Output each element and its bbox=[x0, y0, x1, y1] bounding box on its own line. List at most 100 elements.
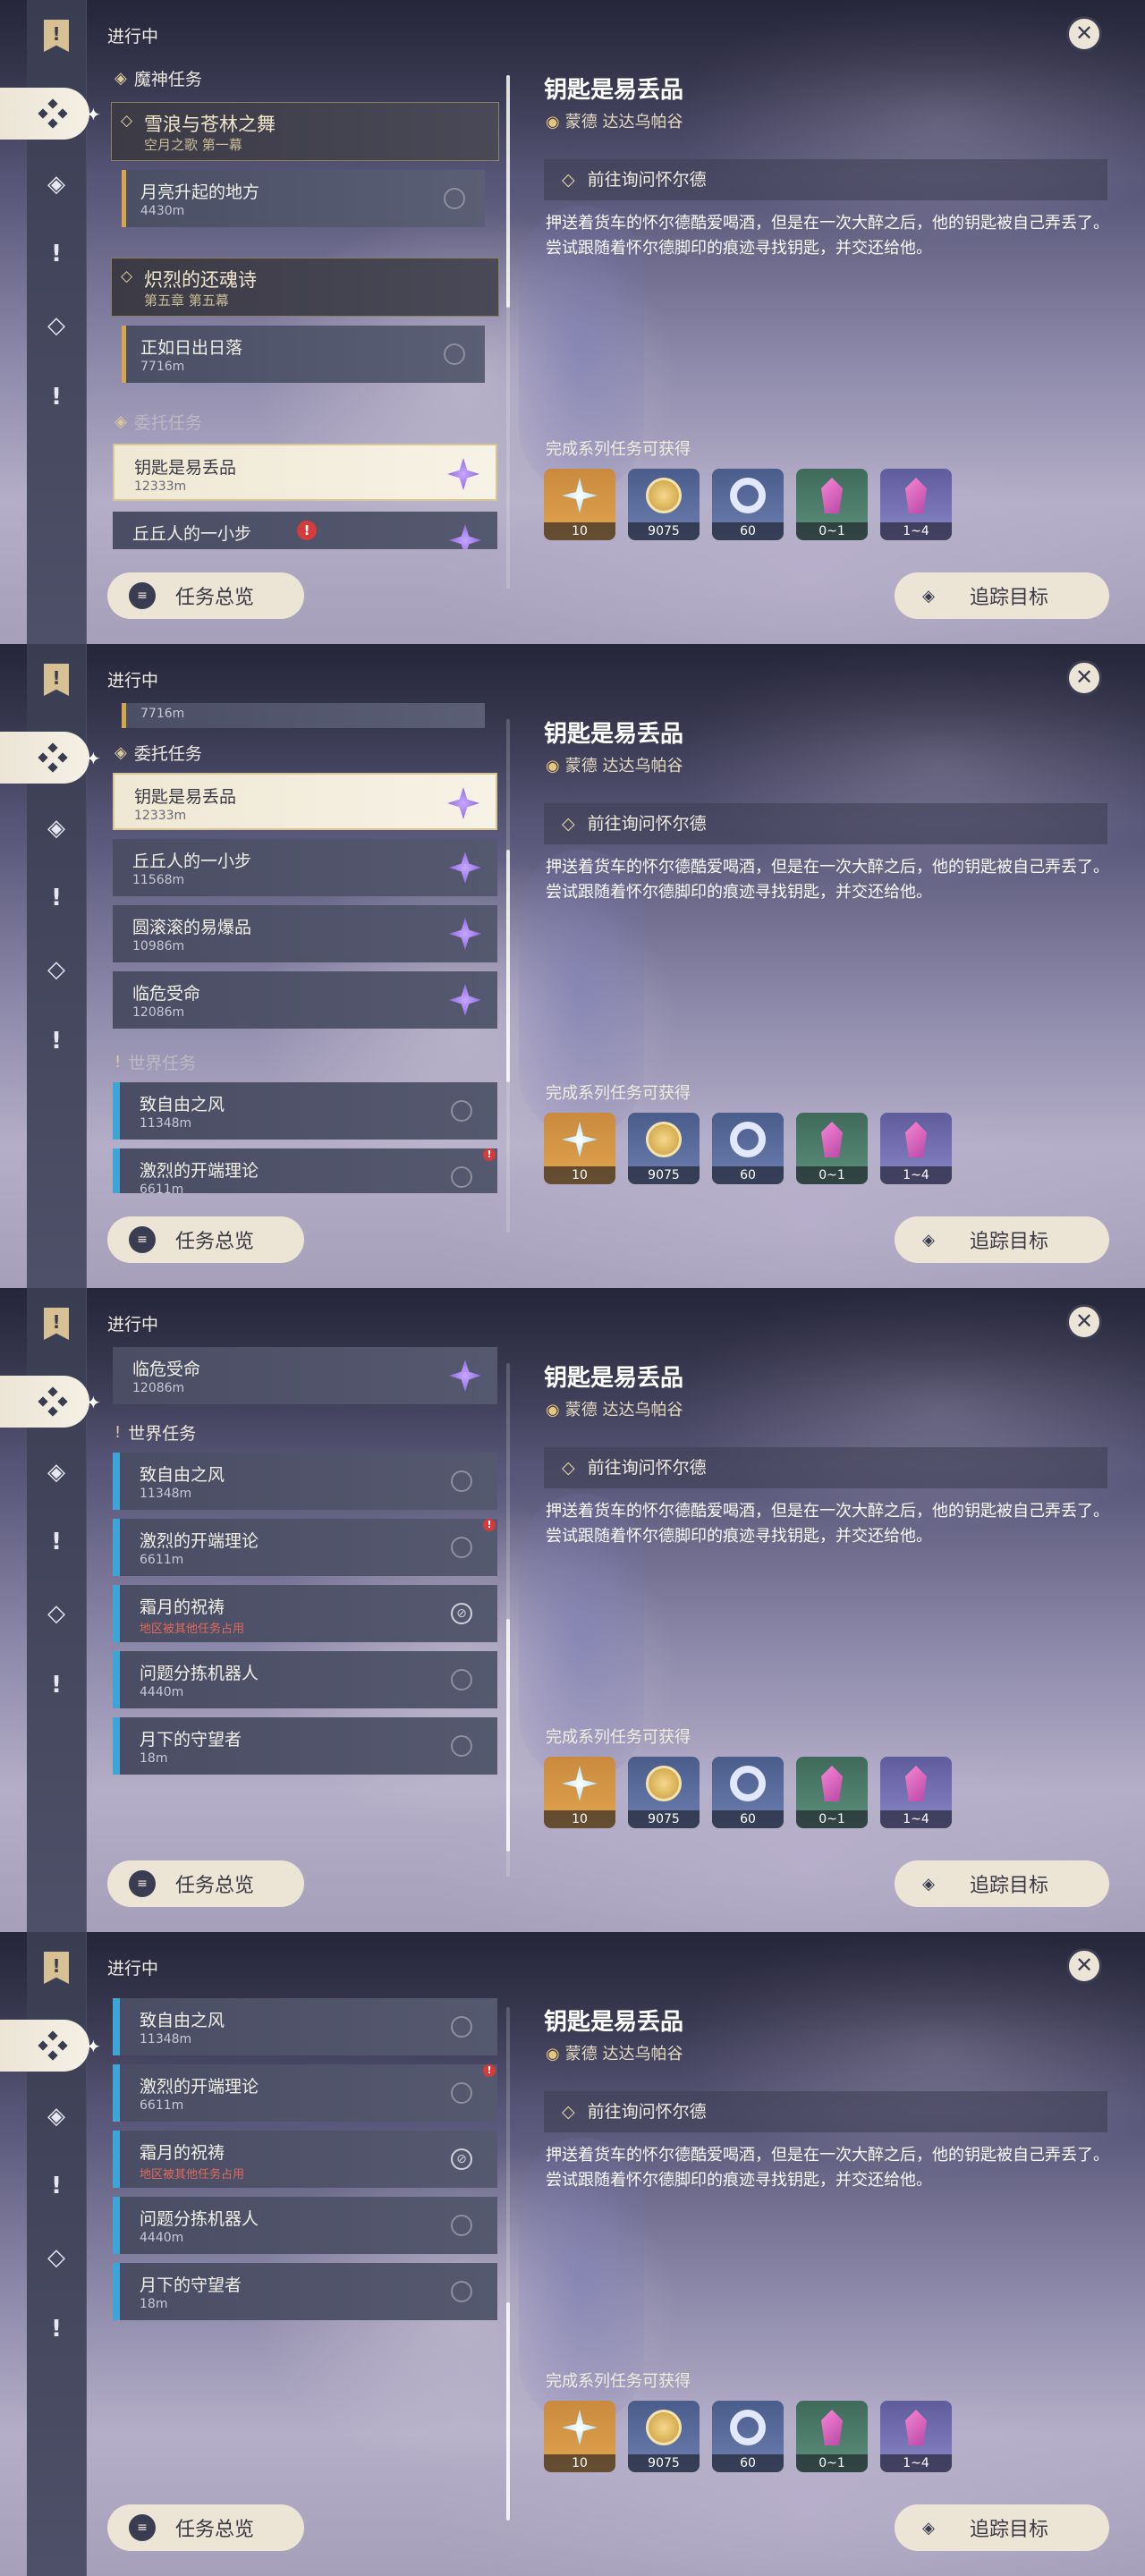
quest-overview-button[interactable]: ≡ 任务总览 bbox=[107, 1216, 304, 1263]
world-quest[interactable]: 激烈的开端理论 6611m ! bbox=[113, 1148, 497, 1193]
scrollbar-thumb[interactable] bbox=[506, 1619, 510, 1852]
track-target-button[interactable]: ◈ 追踪目标 bbox=[895, 1860, 1109, 1907]
reward-primogem[interactable]: 10 bbox=[544, 469, 615, 540]
close-icon[interactable]: ✕ bbox=[1066, 1304, 1102, 1340]
commission-quest[interactable]: 圆滚滚的易爆品 10986m bbox=[113, 905, 497, 962]
story-quest-icon[interactable]: ! bbox=[40, 2170, 72, 2202]
story-quest-icon[interactable]: ! bbox=[40, 1526, 72, 1558]
commission-icon[interactable]: ◇ bbox=[40, 953, 72, 986]
world-quest[interactable]: 月下的守望者 18m bbox=[113, 2263, 497, 2320]
reward-primogem[interactable]: 10 bbox=[544, 1113, 615, 1184]
blocked-icon: ⊘ bbox=[451, 2148, 472, 2170]
commission-quest[interactable]: 临危受命 12086m bbox=[113, 971, 497, 1029]
archon-quest-icon[interactable]: ◈ bbox=[40, 2100, 72, 2132]
world-quest[interactable]: 问题分拣机器人 4440m bbox=[113, 2197, 497, 2254]
quest-objective: ◇ 前往询问怀尔德 bbox=[544, 159, 1107, 200]
world-quest-icon[interactable]: ! bbox=[40, 1669, 72, 1701]
quest-overview-button[interactable]: ≡ 任务总览 bbox=[107, 572, 304, 619]
world-quest[interactable]: 激烈的开端理论 6611m ! bbox=[113, 2064, 497, 2122]
navigate-pin-icon[interactable] bbox=[451, 2281, 472, 2302]
world-quest[interactable]: 霜月的祝祷 地区被其他任务占用 ⊘ bbox=[113, 2131, 497, 2188]
reward-crystal[interactable]: 0~1 bbox=[796, 2401, 868, 2472]
reward-crystal[interactable]: 0~1 bbox=[796, 1113, 868, 1184]
world-quest-icon[interactable]: ! bbox=[40, 381, 72, 413]
archon-quest-card[interactable]: ◇ 雪浪与苍林之舞 空月之歌 第一幕 bbox=[111, 102, 499, 161]
category-all-quests[interactable] bbox=[0, 732, 89, 784]
reward-fetters[interactable]: 60 bbox=[712, 469, 784, 540]
world-quest[interactable]: 致自由之风 11348m bbox=[113, 1082, 497, 1140]
close-icon[interactable]: ✕ bbox=[1066, 1948, 1102, 1984]
reward-fetters[interactable]: 60 bbox=[712, 1113, 784, 1184]
story-quest-icon[interactable]: ! bbox=[40, 882, 72, 914]
reward-fetters[interactable]: 60 bbox=[712, 1757, 784, 1828]
close-icon[interactable]: ✕ bbox=[1066, 16, 1102, 52]
reward-crystal-cluster[interactable]: 1~4 bbox=[880, 2401, 952, 2472]
commission-quest-selected[interactable]: 钥匙是易丢品 12333m bbox=[113, 444, 497, 501]
category-all-quests[interactable] bbox=[0, 88, 89, 140]
world-quest[interactable]: 月下的守望者 18m bbox=[113, 1717, 497, 1775]
reward-primogem[interactable]: 10 bbox=[544, 1757, 615, 1828]
archon-quest-step[interactable]: 正如日出日落 7716m bbox=[122, 326, 485, 383]
navigate-pin-icon[interactable] bbox=[451, 1669, 472, 1690]
world-quest[interactable]: 致自由之风 11348m bbox=[113, 1453, 497, 1510]
navigate-pin-icon[interactable] bbox=[451, 2215, 472, 2236]
navigate-pin-icon[interactable] bbox=[451, 1470, 472, 1492]
reward-crystal-cluster[interactable]: 1~4 bbox=[880, 1113, 952, 1184]
reward-mora[interactable]: 9075 bbox=[628, 1113, 700, 1184]
commission-quest[interactable]: 临危受命 12086m bbox=[113, 1347, 497, 1404]
reward-crystal-cluster[interactable]: 1~4 bbox=[880, 1757, 952, 1828]
quest-overview-button[interactable]: ≡ 任务总览 bbox=[107, 2504, 304, 2551]
reward-crystal[interactable]: 0~1 bbox=[796, 1757, 868, 1828]
close-icon[interactable]: ✕ bbox=[1066, 660, 1102, 696]
reward-mora[interactable]: 9075 bbox=[628, 2401, 700, 2472]
quest-book-icon[interactable] bbox=[34, 1946, 79, 1991]
reward-mora[interactable]: 9075 bbox=[628, 1757, 700, 1828]
navigate-pin-icon[interactable] bbox=[451, 1100, 472, 1122]
archon-quest-icon[interactable]: ◈ bbox=[40, 1456, 72, 1488]
track-target-button[interactable]: ◈ 追踪目标 bbox=[895, 572, 1109, 619]
track-target-button[interactable]: ◈ 追踪目标 bbox=[895, 1216, 1109, 1263]
commission-star-icon bbox=[449, 1360, 481, 1392]
track-target-button[interactable]: ◈ 追踪目标 bbox=[895, 2504, 1109, 2551]
world-quest[interactable]: 问题分拣机器人 4440m bbox=[113, 1651, 497, 1708]
navigate-pin-icon[interactable] bbox=[451, 2082, 472, 2104]
commission-quest-selected[interactable]: 钥匙是易丢品 12333m bbox=[113, 773, 497, 830]
archon-quest-step-partial[interactable]: 7716m bbox=[122, 703, 485, 728]
quest-overview-button[interactable]: ≡ 任务总览 bbox=[107, 1860, 304, 1907]
reward-primogem[interactable]: 10 bbox=[544, 2401, 615, 2472]
quest-book-icon[interactable] bbox=[34, 658, 79, 703]
category-all-quests[interactable] bbox=[0, 2020, 89, 2072]
commission-icon[interactable]: ◇ bbox=[40, 2241, 72, 2274]
navigate-pin-icon[interactable] bbox=[444, 343, 465, 365]
category-all-quests[interactable] bbox=[0, 1376, 89, 1428]
archon-quest-step[interactable]: 月亮升起的地方 4430m bbox=[122, 170, 485, 227]
world-quest-icon[interactable]: ! bbox=[40, 2313, 72, 2345]
world-quest[interactable]: 激烈的开端理论 6611m ! bbox=[113, 1519, 497, 1576]
reward-fetters[interactable]: 60 bbox=[712, 2401, 784, 2472]
reward-mora[interactable]: 9075 bbox=[628, 469, 700, 540]
navigate-pin-icon[interactable] bbox=[444, 188, 465, 209]
commission-icon[interactable]: ◇ bbox=[40, 309, 72, 342]
world-quest[interactable]: 致自由之风 11348m bbox=[113, 1998, 497, 2055]
archon-quest-icon[interactable]: ◈ bbox=[40, 812, 72, 844]
archon-quest-card[interactable]: ◇ 炽烈的还魂诗 第五章 第五幕 bbox=[111, 258, 499, 317]
scrollbar-thumb[interactable] bbox=[506, 75, 510, 308]
navigate-pin-icon[interactable] bbox=[451, 2016, 472, 2038]
commission-quest[interactable]: 丘丘人的一小步 11568m bbox=[113, 839, 497, 896]
reward-crystal-cluster[interactable]: 1~4 bbox=[880, 469, 952, 540]
commission-quest[interactable]: 丘丘人的一小步 ! bbox=[113, 512, 497, 549]
navigate-pin-icon[interactable] bbox=[451, 1735, 472, 1757]
archon-quest-icon[interactable]: ◈ bbox=[40, 168, 72, 200]
navigate-pin-icon[interactable] bbox=[451, 1537, 472, 1558]
scrollbar-thumb[interactable] bbox=[506, 850, 510, 1082]
story-quest-icon[interactable]: ! bbox=[40, 238, 72, 270]
world-quest-icon[interactable]: ! bbox=[40, 1025, 72, 1057]
commission-icon[interactable]: ◇ bbox=[40, 1597, 72, 1630]
scrollbar-thumb[interactable] bbox=[506, 2302, 510, 2521]
reward-crystal[interactable]: 0~1 bbox=[796, 469, 868, 540]
blocked-icon: ⊘ bbox=[451, 1603, 472, 1624]
world-quest[interactable]: 霜月的祝祷 地区被其他任务占用 ⊘ bbox=[113, 1585, 497, 1642]
navigate-pin-icon[interactable] bbox=[451, 1166, 472, 1188]
quest-book-icon[interactable] bbox=[34, 14, 79, 59]
quest-book-icon[interactable] bbox=[34, 1302, 79, 1347]
